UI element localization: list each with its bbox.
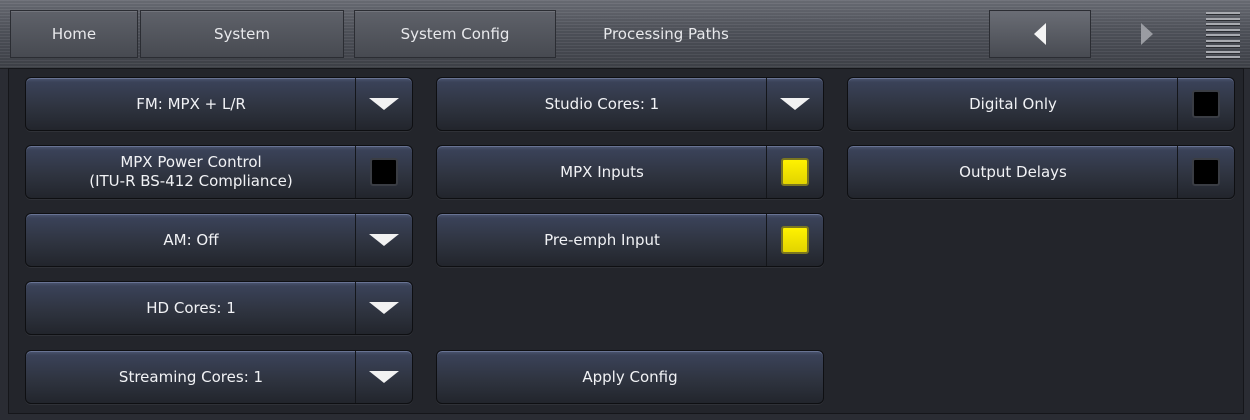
mpx-inputs-label: MPX Inputs (560, 162, 644, 181)
streaming-cores-dropdown[interactable]: Streaming Cores: 1 (25, 350, 413, 404)
mpx-inputs-toggle[interactable]: MPX Inputs (436, 145, 824, 199)
pre-emph-input-checkbox[interactable] (781, 226, 809, 254)
nav-home[interactable]: Home (10, 10, 138, 58)
hd-cores-dropdown[interactable]: HD Cores: 1 (25, 281, 413, 335)
output-delays-checkbox[interactable] (1192, 158, 1220, 186)
apply-config-button[interactable]: Apply Config (436, 350, 824, 404)
menu-icon[interactable] (1206, 12, 1240, 58)
apply-config-label: Apply Config (582, 367, 678, 386)
mpx-power-control-checkbox[interactable] (370, 158, 398, 186)
am-mode-label: AM: Off (163, 230, 219, 249)
studio-cores-dropdown[interactable]: Studio Cores: 1 (436, 77, 824, 131)
chevron-down-icon (369, 98, 399, 110)
chevron-down-icon (369, 234, 399, 246)
mpx-power-control-label: MPX Power Control (ITU-R BS-412 Complian… (26, 146, 356, 198)
hd-cores-label: HD Cores: 1 (146, 298, 236, 317)
mpx-power-control-toggle[interactable]: MPX Power Control (ITU-R BS-412 Complian… (25, 145, 413, 199)
chevron-down-icon (369, 371, 399, 383)
output-delays-toggle[interactable]: Output Delays (847, 145, 1235, 199)
nav-system[interactable]: System (140, 10, 344, 58)
nav-processing-paths: Processing Paths (603, 25, 729, 43)
pre-emph-input-toggle[interactable]: Pre-emph Input (436, 213, 824, 267)
studio-cores-label: Studio Cores: 1 (544, 94, 660, 113)
output-delays-label: Output Delays (959, 162, 1067, 181)
arrow-left-icon (1034, 23, 1046, 45)
fm-mode-label: FM: MPX + L/R (136, 94, 246, 113)
streaming-cores-label: Streaming Cores: 1 (118, 367, 264, 386)
forward-button[interactable] (1096, 10, 1198, 58)
digital-only-toggle[interactable]: Digital Only (847, 77, 1235, 131)
chevron-down-icon (780, 98, 810, 110)
back-button[interactable] (989, 10, 1091, 58)
mpx-inputs-checkbox[interactable] (781, 158, 809, 186)
am-mode-dropdown[interactable]: AM: Off (25, 213, 413, 267)
mpx-power-control-title: MPX Power Control (120, 153, 262, 171)
arrow-right-icon (1141, 23, 1153, 45)
mpx-power-control-subtitle: (ITU-R BS-412 Compliance) (89, 172, 293, 190)
top-nav-bar: Home System System Config Processing Pat… (0, 0, 1250, 69)
fm-mode-dropdown[interactable]: FM: MPX + L/R (25, 77, 413, 131)
chevron-down-icon (369, 302, 399, 314)
digital-only-label: Digital Only (969, 94, 1057, 113)
digital-only-checkbox[interactable] (1192, 90, 1220, 118)
pre-emph-input-label: Pre-emph Input (544, 230, 660, 249)
nav-system-config[interactable]: System Config (354, 10, 556, 58)
